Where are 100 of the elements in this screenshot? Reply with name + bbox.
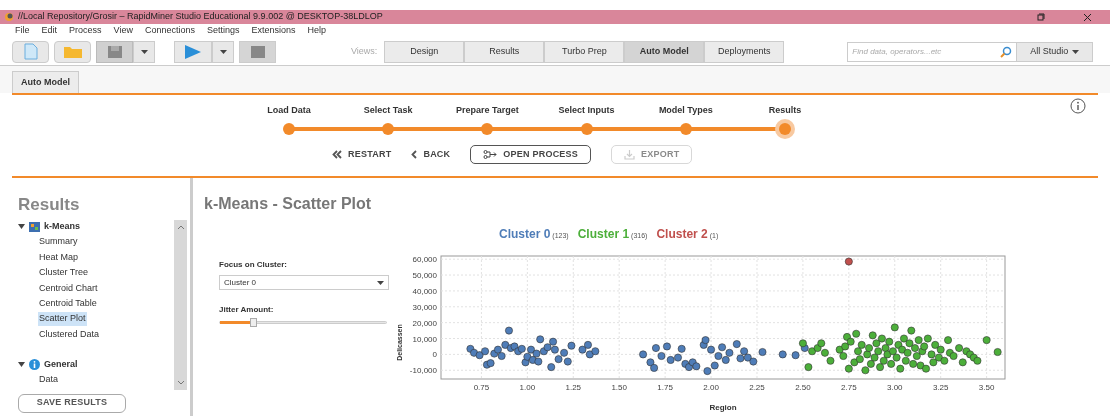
data-point	[510, 342, 519, 351]
data-point	[710, 361, 719, 370]
y-tick-label: 0	[432, 350, 437, 360]
tree-group-label[interactable]: k-Means	[44, 220, 80, 234]
slider-thumb[interactable]	[250, 318, 258, 327]
tree-item[interactable]: Cluster Tree	[38, 266, 90, 280]
dropdown-button[interactable]	[133, 40, 155, 63]
data-point	[749, 357, 758, 366]
legend-label: Cluster 1	[577, 226, 630, 243]
data-point	[677, 344, 686, 353]
data-point	[861, 366, 870, 375]
play-icon	[184, 43, 202, 60]
data-point	[532, 349, 541, 358]
menu-item[interactable]: Process	[69, 24, 102, 38]
data-point	[804, 363, 813, 371]
y-tick-label: 60,000	[412, 255, 437, 265]
data-point	[874, 347, 883, 356]
document-tab[interactable]: Auto Model	[12, 71, 79, 93]
menu-item[interactable]: Edit	[41, 24, 58, 38]
menu-item[interactable]: Help	[307, 24, 327, 38]
y-tick-label: 30,000	[412, 302, 437, 312]
search-input[interactable]: Find data, operators...etc	[852, 45, 1001, 58]
view-tab[interactable]: Design	[384, 40, 465, 63]
view-tab[interactable]: Deployments	[704, 40, 785, 63]
data-point	[692, 362, 701, 371]
tree-item[interactable]: Centroid Table	[38, 297, 98, 311]
data-point	[736, 354, 745, 363]
restart-button[interactable]: RESTART	[332, 145, 392, 164]
cluster-dropdown[interactable]: Cluster 0	[219, 275, 389, 290]
data-point	[857, 340, 866, 349]
view-tab[interactable]: Results	[464, 40, 545, 63]
double-chevron-icon	[332, 150, 342, 159]
data-point	[885, 337, 894, 346]
stop-button[interactable]	[239, 40, 276, 63]
expand-toggle[interactable]	[18, 361, 25, 368]
step-label: Select Inputs	[558, 104, 615, 117]
back-button[interactable]: BACK	[411, 145, 451, 164]
new-button[interactable]	[12, 40, 49, 63]
data-point	[743, 353, 752, 362]
scroll-down-icon[interactable]	[176, 379, 185, 386]
run-button[interactable]	[174, 40, 212, 63]
data-point	[905, 339, 914, 348]
x-tick-label: 3.25	[932, 383, 949, 392]
data-point	[536, 335, 545, 344]
caret-icon	[377, 280, 384, 285]
tree-item[interactable]: Centroid Chart	[38, 281, 99, 296]
scroll-up-icon[interactable]	[176, 223, 185, 230]
close-icon[interactable]	[1083, 12, 1092, 22]
data-point	[914, 336, 923, 345]
tree-item[interactable]: Scatter Plot	[38, 312, 87, 326]
menu-item[interactable]: Extensions	[251, 24, 296, 38]
views-label: Views:	[351, 44, 378, 58]
x-tick-label: 2.00	[703, 383, 719, 392]
menu-item[interactable]: Connections	[144, 24, 195, 38]
data-point	[835, 345, 844, 354]
x-tick-label: 3.50	[978, 383, 995, 392]
info-icon[interactable]	[1070, 98, 1086, 114]
open-button[interactable]	[54, 40, 91, 63]
jitter-label: Jitter Amount:	[219, 304, 275, 316]
tree-item[interactable]: Clustered Data	[38, 327, 101, 342]
restore-icon[interactable]	[1037, 13, 1045, 21]
data-point	[791, 351, 800, 360]
tree-item[interactable]: Heat Map	[38, 250, 80, 265]
save-button[interactable]	[96, 40, 133, 63]
x-tick-label: 1.75	[657, 383, 673, 392]
tree-item[interactable]: Summary	[38, 235, 79, 249]
menu-item[interactable]: View	[113, 24, 133, 38]
view-tab[interactable]: Turbo Prep	[544, 40, 625, 63]
search-field[interactable]: Find data, operators...etc	[847, 41, 1018, 62]
data-point	[826, 356, 835, 365]
save-results-button[interactable]: SAVE RESULTS	[18, 393, 126, 413]
step-label: Model Types	[658, 104, 713, 117]
view-tab[interactable]: Auto Model	[624, 40, 705, 63]
x-tick-label: 1.25	[565, 383, 582, 392]
y-tick-label: 50,000	[412, 271, 437, 281]
scope-dropdown[interactable]: All Studio	[1017, 41, 1094, 62]
data-point	[903, 348, 912, 357]
scrollbar[interactable]	[174, 219, 187, 390]
step-label: Prepare Target	[455, 104, 519, 117]
data-point	[936, 345, 945, 354]
data-point	[855, 355, 864, 364]
expand-toggle[interactable]	[18, 224, 25, 230]
dropdown-button[interactable]	[212, 40, 234, 63]
data-point	[916, 361, 925, 370]
data-point	[817, 339, 826, 348]
tree-item[interactable]: Data	[38, 373, 59, 387]
data-point	[844, 257, 853, 266]
open-button[interactable]: OPEN PROCESS	[470, 145, 592, 164]
x-tick-label: 0.75	[473, 383, 490, 392]
data-point	[868, 331, 877, 340]
data-point	[879, 356, 888, 365]
data-point	[567, 341, 576, 350]
data-point	[890, 323, 899, 332]
data-point	[501, 340, 510, 349]
data-point	[778, 350, 787, 359]
tree-group-label[interactable]: General	[44, 358, 78, 372]
menu-item[interactable]: File	[15, 24, 30, 38]
data-point	[894, 340, 903, 349]
document-icon	[23, 43, 38, 60]
menu-item[interactable]: Settings	[206, 24, 240, 38]
